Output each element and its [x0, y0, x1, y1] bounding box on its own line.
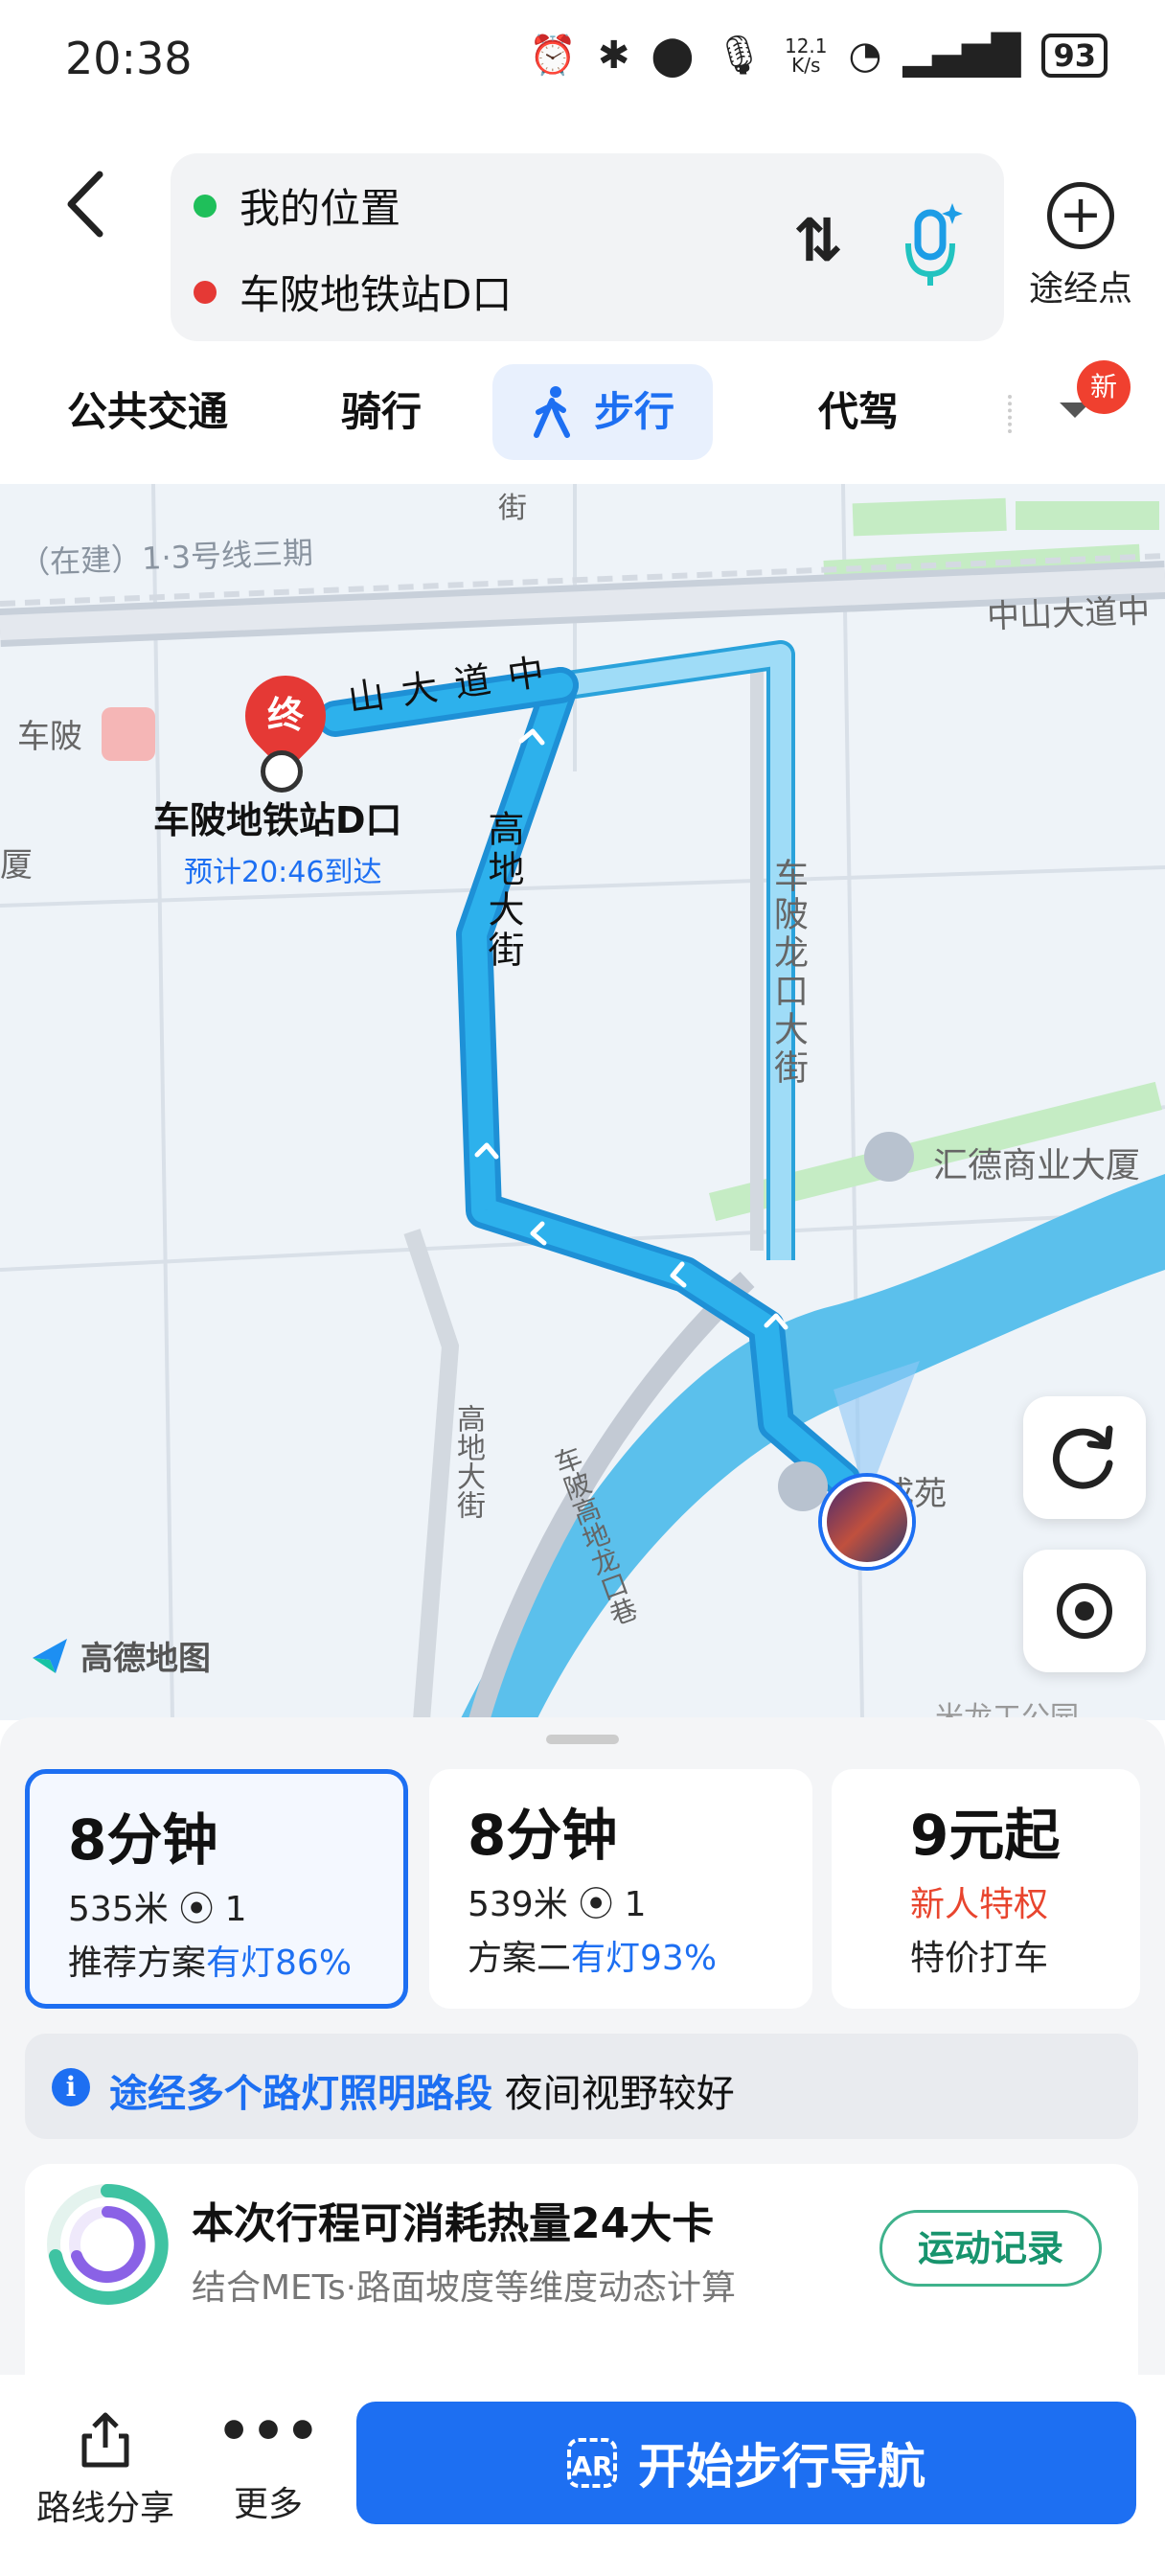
add-waypoint-button[interactable]: + 途经点	[1023, 182, 1138, 310]
alarm-icon: ⏰	[529, 34, 577, 78]
taxi-label: 特价打车	[910, 1939, 1049, 1978]
taxi-promo: 新人特权	[910, 1885, 1049, 1924]
map-view[interactable]: （在建）1·3号线三期 中山大道中 山大道中 车陂 厦 高地大街 车陂龙口大街 …	[0, 484, 1165, 1720]
route-time: 8分钟	[68, 1807, 218, 1873]
destination-field[interactable]: 车陂地铁站D口	[194, 263, 512, 321]
tab-designated-driver[interactable]: 代驾	[818, 364, 899, 460]
lighting-tip-bar: i 途经多个路灯照明路段 夜间视野较好	[25, 2034, 1138, 2139]
battery-indicator: 93	[1041, 33, 1108, 78]
end-marker-text: 终	[266, 694, 304, 736]
route-distance: 539米 ⦿ 1	[468, 1885, 647, 1924]
traffic-light-icon: ⦿	[579, 1885, 625, 1924]
status-bar: 20:38 ⏰ ✱ ⬤ 🎙 12.1 K/s ◔ ▂▄▆█ 93	[0, 0, 1165, 115]
more-dots-icon: •••	[217, 2401, 320, 2463]
location-icon: ⬤	[651, 33, 695, 78]
chevron-left-icon	[67, 171, 103, 238]
ar-icon: AR	[567, 2438, 617, 2488]
map-label-zhongshan: 中山大道中	[986, 592, 1151, 636]
share-route-label: 路线分享	[35, 2489, 174, 2528]
locate-icon	[1057, 1583, 1112, 1639]
new-badge: 新	[1077, 360, 1131, 414]
calorie-ring-icon	[47, 2183, 169, 2305]
status-icons: ⏰ ✱ ⬤ 🎙 12.1 K/s ◔ ▂▄▆█ 93	[529, 33, 1108, 78]
share-icon	[81, 2412, 129, 2468]
back-button[interactable]	[57, 161, 125, 247]
taxi-card[interactable]: 9元起 新人特权 特价打车	[832, 1769, 1140, 2009]
voice-input-icon[interactable]	[899, 199, 966, 291]
amap-logo: 高德地图	[29, 1632, 211, 1679]
refresh-icon	[1052, 1425, 1113, 1489]
calorie-title: 本次行程可消耗热量24大卡	[192, 2199, 715, 2248]
tip-text: 途经多个路灯照明路段 夜间视野较好	[109, 2072, 735, 2116]
tab-cycling[interactable]: 骑行	[341, 364, 422, 460]
route-card-alt[interactable]: 8分钟 539米 ⦿ 1 方案二有灯93%	[429, 1769, 812, 2009]
map-label-longkou: 车陂龙口大街	[768, 858, 808, 1088]
signal-icon: ▂▄▆█	[902, 33, 1021, 78]
target-dot-icon	[261, 750, 303, 793]
info-icon: i	[52, 2068, 90, 2106]
plus-icon: +	[1047, 182, 1114, 249]
destination-dot-icon	[194, 280, 217, 304]
wifi-icon: ◔	[848, 33, 882, 78]
route-time: 8分钟	[468, 1803, 618, 1868]
route-card-recommended[interactable]: 8分钟 535米 ⦿ 1 推荐方案有灯86%	[25, 1769, 408, 2009]
origin-text: 我的位置	[240, 185, 401, 232]
tab-walking-label: 步行	[594, 388, 675, 435]
map-label-gaodi-route: 高地大街	[482, 810, 524, 971]
map-label-building: 厦	[0, 846, 33, 885]
amap-logo-icon	[33, 1638, 67, 1673]
sheet-drag-handle[interactable]	[546, 1735, 619, 1744]
net-speed: 12.1 K/s	[784, 34, 828, 77]
waypoint-label: 途经点	[1028, 269, 1132, 309]
sport-record-button[interactable]: 运动记录	[879, 2210, 1102, 2287]
start-walking-navigation-button[interactable]: AR 开始步行导航	[356, 2402, 1136, 2524]
microphone-icon: 🎙	[715, 34, 764, 78]
destination-map-label: 车陂地铁站D口	[153, 799, 402, 841]
tab-divider	[1008, 395, 1016, 433]
eta-label: 预计20:46到达	[184, 856, 382, 889]
share-route-button[interactable]: 路线分享	[29, 2409, 182, 2530]
start-navigation-label: 开始步行导航	[638, 2439, 925, 2495]
map-label-park: 米龙工公园	[935, 1701, 1079, 1720]
route-plan: 方案二有灯93%	[468, 1939, 718, 1978]
more-button[interactable]: ••• 更多	[211, 2401, 326, 2526]
route-distance: 535米 ⦿ 1	[68, 1890, 247, 1929]
bluetooth-icon: ✱	[597, 33, 630, 78]
swap-icon[interactable]: ⇅	[793, 205, 843, 275]
map-label-chebei: 车陂	[17, 718, 82, 756]
map-label-poi-plaza: 汇德商业大厦	[933, 1146, 1141, 1185]
calorie-subtitle: 结合METs·路面坡度等维度动态计算	[192, 2268, 737, 2308]
refresh-button[interactable]	[1023, 1396, 1146, 1519]
tab-public-transit[interactable]: 公共交通	[67, 364, 228, 460]
taxi-price: 9元起	[910, 1803, 1061, 1868]
more-label: 更多	[233, 2485, 303, 2524]
tab-walking[interactable]: 步行	[492, 364, 714, 460]
bottom-action-bar: 路线分享 ••• 更多 AR 开始步行导航	[0, 2375, 1165, 2576]
destination-text: 车陂地铁站D口	[240, 271, 513, 318]
current-location-avatar[interactable]	[822, 1477, 912, 1567]
origin-dot-icon	[194, 194, 217, 218]
origin-field[interactable]: 我的位置	[194, 176, 400, 235]
locate-button[interactable]	[1023, 1550, 1146, 1672]
walking-person-icon	[534, 386, 570, 438]
map-label-gaodi: 高地大街	[451, 1404, 485, 1519]
map-label-street: 街	[498, 492, 527, 525]
status-time: 20:38	[65, 33, 193, 84]
transport-tabs: 公共交通 骑行 步行 代驾	[0, 364, 1165, 470]
route-plan: 推荐方案有灯86%	[68, 1944, 353, 1983]
route-input-box: 我的位置 车陂地铁站D口 ⇅	[171, 153, 1004, 341]
traffic-light-icon: ⦿	[179, 1890, 225, 1929]
